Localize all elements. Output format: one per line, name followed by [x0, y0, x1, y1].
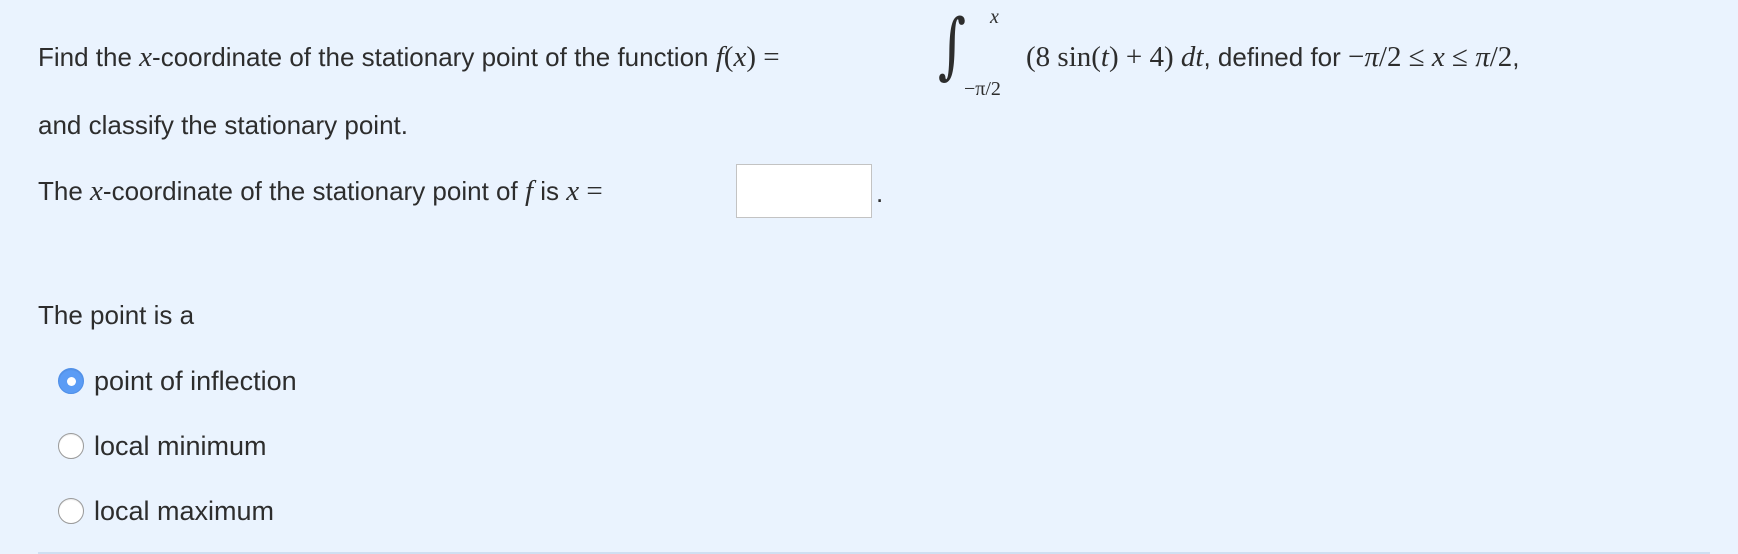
classification-label: The point is a	[38, 300, 195, 330]
question-line-2: and classify the stationary point.	[38, 110, 408, 140]
radio-button[interactable]	[58, 433, 84, 459]
integral-expression: ∫ x −π/2	[938, 3, 1018, 100]
integral-upper-limit: x	[990, 6, 999, 28]
math-var-f: f	[524, 175, 533, 207]
radio-option-local-minimum[interactable]: local minimum	[58, 431, 267, 461]
radio-label: local minimum	[94, 431, 267, 461]
function-lhs: f(x) =	[715, 41, 780, 73]
radio-label: local maximum	[94, 496, 275, 526]
answer-text: is	[533, 176, 567, 206]
radio-button[interactable]	[58, 498, 84, 524]
radio-option-point-of-inflection[interactable]: point of inflection	[58, 366, 297, 396]
integral-sign-icon: ∫	[938, 3, 967, 87]
x-coordinate-input[interactable]	[736, 164, 872, 218]
answer-prompt: The x-coordinate of the stationary point…	[38, 176, 603, 206]
integral-lower-limit: −π/2	[964, 78, 1001, 100]
question-text: ,	[1512, 42, 1520, 72]
question-line-1-cont: (8 sin(t) + 4) dt, defined for −π/2 ≤ x …	[1026, 42, 1520, 72]
answer-text: -coordinate of the stationary point of	[102, 176, 525, 206]
question-text: , defined for	[1203, 42, 1349, 72]
integrand: (8 sin(t) + 4) dt	[1026, 41, 1204, 73]
radio-dot-icon	[66, 376, 76, 386]
trailing-period: .	[876, 178, 884, 208]
math-var-x: x	[90, 175, 103, 207]
radio-label: point of inflection	[94, 366, 297, 396]
answer-eq: x =	[566, 175, 603, 207]
question-text: Find the	[38, 42, 140, 72]
math-var-x: x	[139, 41, 153, 73]
radio-button-selected[interactable]	[58, 368, 84, 394]
answer-text: The	[38, 176, 91, 206]
radio-option-local-maximum[interactable]: local maximum	[58, 496, 274, 526]
domain-condition: −π/2 ≤ x ≤ π/2	[1348, 41, 1513, 73]
question-line-1: Find the x-coordinate of the stationary …	[38, 42, 780, 72]
question-text: -coordinate of the stationary point of t…	[152, 42, 716, 72]
